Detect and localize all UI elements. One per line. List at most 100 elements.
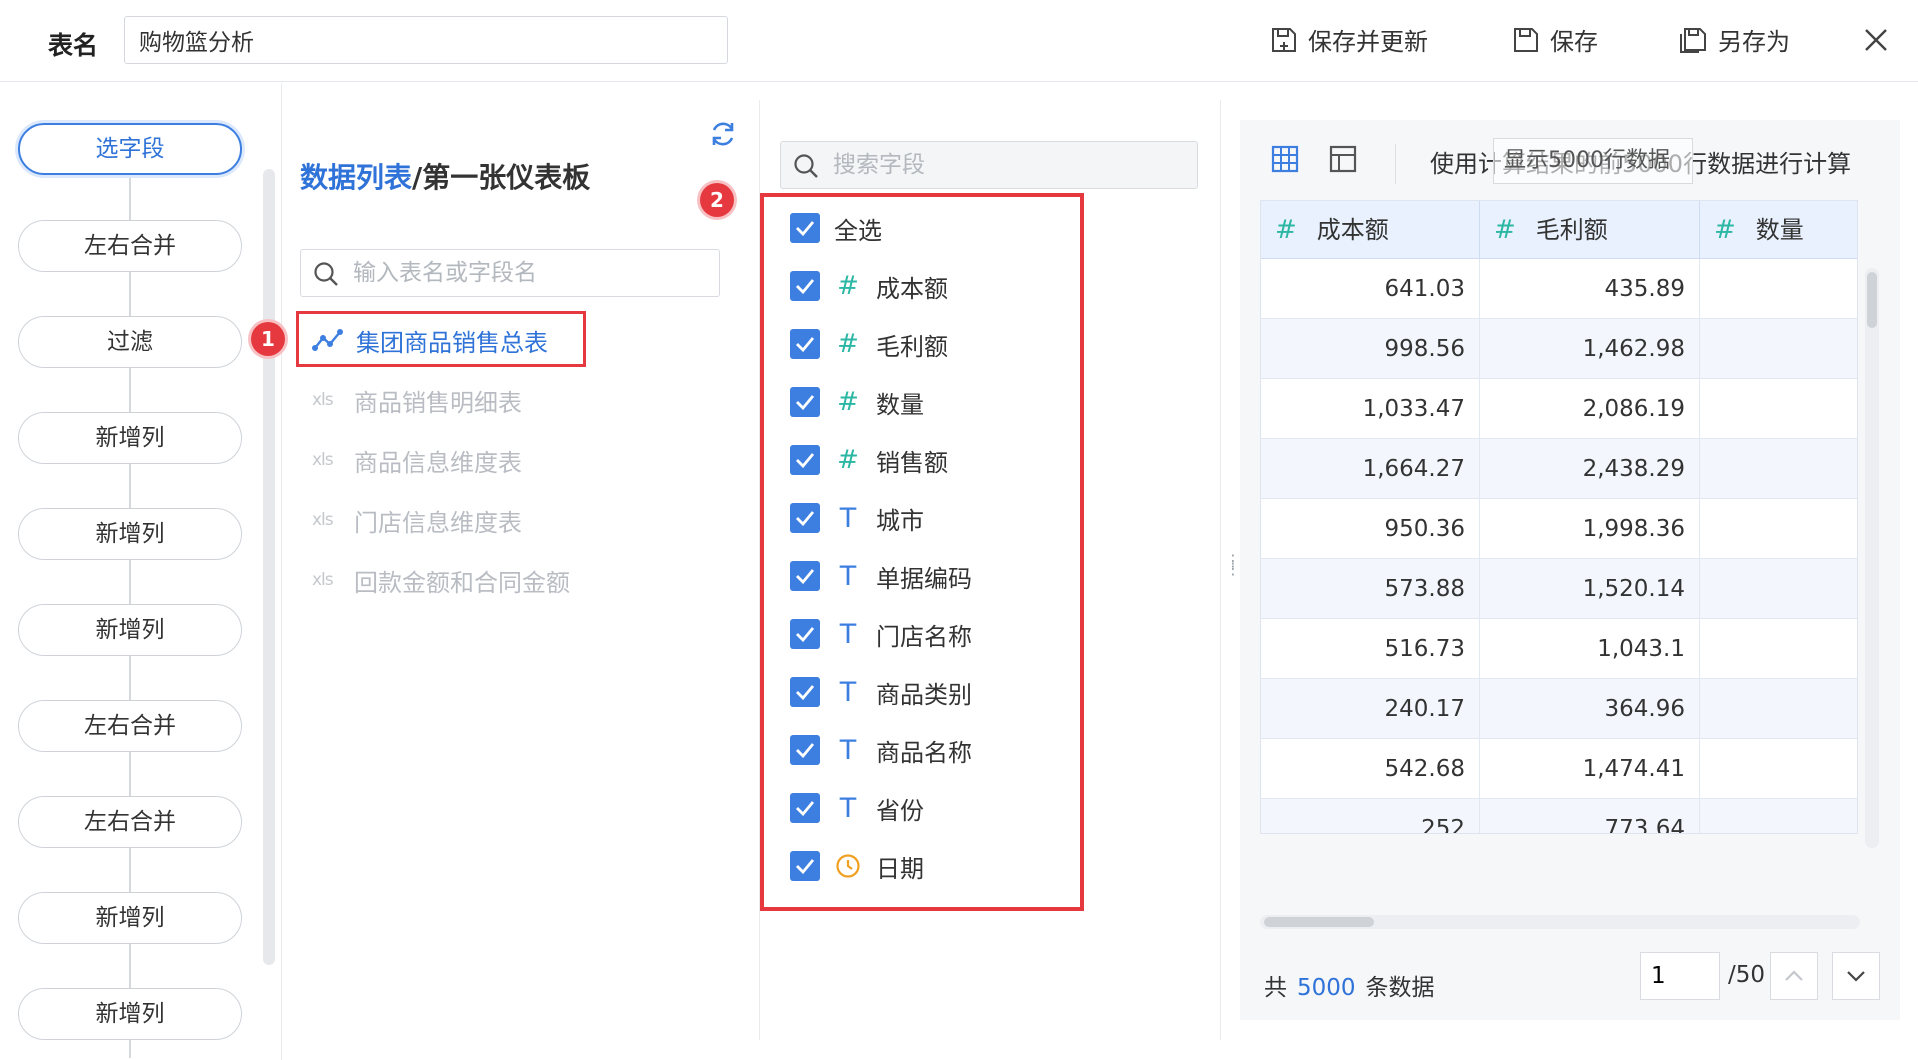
- field-product-name[interactable]: T 商品名称: [790, 730, 972, 770]
- text-type-icon: T: [839, 676, 857, 708]
- table-cell: [1700, 619, 1857, 679]
- xls-icon: xls: [312, 450, 334, 470]
- field-label: 日期: [876, 854, 924, 883]
- save-as-button[interactable]: 另存为: [1678, 22, 1790, 57]
- column-header-quantity[interactable]: # 数量: [1700, 201, 1857, 259]
- table-row: 950.36 1,998.36: [1261, 499, 1857, 559]
- row-limit-selector[interactable]: 显示5000行数据: [1493, 138, 1693, 184]
- save-button[interactable]: 保存: [1512, 22, 1598, 57]
- tables-panel: 数据列表/第一张仪表板 集团商品销售总表 1 xls 商品销售明细表 xls 商…: [251, 83, 760, 1060]
- column-header-gross-profit[interactable]: # 毛利额: [1480, 201, 1700, 259]
- grid-view-icon: [1270, 144, 1300, 174]
- grid-view-button[interactable]: [1270, 144, 1300, 174]
- step-left-right-merge[interactable]: 左右合并: [18, 796, 242, 848]
- data-list-link[interactable]: 数据列表: [300, 161, 412, 194]
- table-name-input[interactable]: [124, 16, 728, 64]
- xls-icon: xls: [312, 390, 334, 410]
- step-select-fields[interactable]: 选字段: [18, 123, 242, 175]
- table-cell: [1700, 439, 1857, 499]
- field-search-input[interactable]: [833, 142, 1193, 188]
- field-gross-profit[interactable]: # 毛利额: [790, 324, 948, 364]
- table-cell: 773.64: [1480, 799, 1700, 833]
- text-type-icon: T: [839, 560, 857, 592]
- table-item-payment-contract[interactable]: xls 回款金额和合同金额: [312, 560, 570, 600]
- table-cell: 364.96: [1480, 679, 1700, 739]
- close-button[interactable]: [1862, 26, 1890, 54]
- row-count-suffix: 条数据: [1365, 975, 1435, 1001]
- field-label: 商品名称: [876, 738, 972, 767]
- field-quantity[interactable]: # 数量: [790, 382, 924, 422]
- table-item-label: 回款金额和合同金额: [354, 568, 570, 597]
- refresh-icon: [708, 119, 738, 149]
- table-item-product-dim[interactable]: xls 商品信息维度表: [312, 440, 522, 480]
- step-add-column[interactable]: 新增列: [18, 892, 242, 944]
- next-page-button[interactable]: [1832, 952, 1880, 1000]
- table-name-label: 表名: [48, 31, 99, 60]
- step-add-column[interactable]: 新增列: [18, 508, 242, 560]
- checkbox-checked-icon: [790, 677, 820, 707]
- table-item-label: 门店信息维度表: [354, 508, 522, 537]
- table-search-input[interactable]: [353, 250, 713, 296]
- table-row: 240.17 364.96: [1261, 679, 1857, 739]
- field-cost[interactable]: # 成本额: [790, 266, 948, 306]
- layout-view-button[interactable]: [1328, 144, 1358, 174]
- table-cell: 2,438.29: [1480, 439, 1700, 499]
- layout-view-icon: [1328, 144, 1358, 174]
- table-cell: 573.88: [1261, 559, 1480, 619]
- text-type-icon: T: [839, 502, 857, 534]
- table-header: # 成本额 # 毛利额 # 数量: [1261, 201, 1857, 259]
- table-cell: 641.03: [1261, 259, 1480, 319]
- table-cell: 1,043.1: [1480, 619, 1700, 679]
- field-label: 数量: [876, 390, 924, 419]
- table-horizontal-scrollbar[interactable]: [1260, 915, 1860, 929]
- checkbox-checked-icon: [790, 329, 820, 359]
- drag-handle-icon[interactable]: ⋮⋮: [1225, 553, 1241, 577]
- save-and-update-label: 保存并更新: [1308, 28, 1428, 56]
- column-header-cost[interactable]: # 成本额: [1261, 201, 1480, 259]
- row-count-prefix: 共: [1264, 975, 1287, 1001]
- page-number-input[interactable]: [1640, 952, 1720, 1000]
- table-cell: [1700, 679, 1857, 739]
- step-left-right-merge[interactable]: 左右合并: [18, 700, 242, 752]
- field-label: 商品类别: [876, 680, 972, 709]
- step-add-column[interactable]: 新增列: [18, 412, 242, 464]
- table-item-store-dim[interactable]: xls 门店信息维度表: [312, 500, 522, 540]
- field-city[interactable]: T 城市: [790, 498, 924, 538]
- scroll-thumb[interactable]: [1867, 272, 1877, 328]
- field-label: 城市: [876, 506, 924, 535]
- table-vertical-scrollbar[interactable]: [1865, 268, 1879, 848]
- checkbox-checked-icon: [790, 619, 820, 649]
- field-document-code[interactable]: T 单据编码: [790, 556, 972, 596]
- table-row: 998.56 1,462.98: [1261, 319, 1857, 379]
- step-add-column[interactable]: 新增列: [18, 988, 242, 1040]
- table-cell: 542.68: [1261, 739, 1480, 799]
- scroll-thumb[interactable]: [1264, 917, 1374, 927]
- save-and-update-button[interactable]: 保存并更新: [1270, 22, 1428, 57]
- divider: [1220, 100, 1221, 1040]
- page-total: /50: [1728, 962, 1766, 988]
- step-add-column[interactable]: 新增列: [18, 604, 242, 656]
- field-province[interactable]: T 省份: [790, 788, 924, 828]
- field-label: 成本额: [876, 274, 948, 303]
- select-all-checkbox[interactable]: 全选: [790, 208, 882, 248]
- dashboard-path: /第一张仪表板: [412, 161, 591, 194]
- previous-page-button[interactable]: [1770, 952, 1818, 1000]
- field-product-category[interactable]: T 商品类别: [790, 672, 972, 712]
- table-cell: 1,474.41: [1480, 739, 1700, 799]
- field-date[interactable]: 日期: [790, 846, 924, 886]
- steps-scrollbar[interactable]: [263, 169, 275, 965]
- field-store-name[interactable]: T 门店名称: [790, 614, 972, 654]
- field-sales[interactable]: # 销售额: [790, 440, 948, 480]
- number-type-icon: #: [1494, 215, 1516, 245]
- step-filter[interactable]: 过滤: [18, 316, 242, 368]
- table-item-label: 商品销售明细表: [354, 388, 522, 417]
- number-type-icon: #: [837, 387, 859, 417]
- table-item-sales-detail[interactable]: xls 商品销售明细表: [312, 380, 522, 420]
- number-type-icon: #: [837, 329, 859, 359]
- chevron-down-icon: [1844, 964, 1868, 988]
- table-row: 641.03 435.89: [1261, 259, 1857, 319]
- table-cell: 1,033.47: [1261, 379, 1480, 439]
- refresh-button[interactable]: [708, 119, 738, 149]
- step-left-right-merge[interactable]: 左右合并: [18, 220, 242, 272]
- table-cell: 998.56: [1261, 319, 1480, 379]
